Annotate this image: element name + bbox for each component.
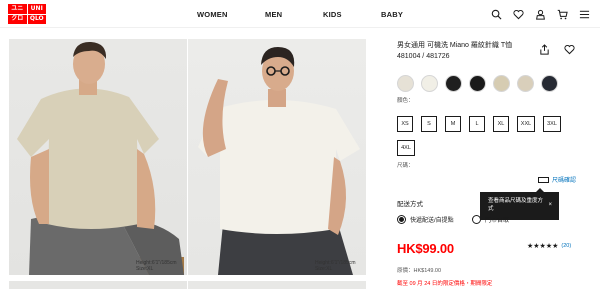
menu-icon[interactable]: [578, 8, 590, 20]
size-option-l[interactable]: L: [469, 116, 485, 132]
promo-text: 截至 09 月 24 日的限定價格・期間限定: [397, 281, 493, 287]
header-icons: [490, 0, 590, 28]
nav-women[interactable]: WOMEN: [197, 0, 228, 28]
color-swatch[interactable]: [493, 75, 510, 92]
tooltip-arrow: [536, 188, 544, 192]
size-chart-link[interactable]: 尺碼確認: [538, 175, 576, 184]
product-title: 男女通用 可機洗 Miano 羅紋針織 T恤 481004 / 481726: [397, 42, 513, 60]
top-header: ユニ UNI クロ QLO WOMEN MEN KIDS BABY: [0, 0, 600, 28]
rating[interactable]: ★★★★★ (20): [527, 242, 571, 250]
size-label: 尺碼：: [397, 163, 414, 169]
size-option-xs[interactable]: XS: [397, 116, 413, 132]
size-chart-label: 尺碼確認: [552, 178, 577, 184]
size-option-xl[interactable]: XL: [493, 116, 509, 132]
heart-icon[interactable]: [512, 8, 524, 20]
user-icon[interactable]: [534, 8, 546, 20]
size-option-3xl[interactable]: 3XL: [543, 116, 561, 132]
ruler-icon: [538, 176, 549, 183]
logo-cell: クロ: [8, 14, 27, 24]
close-icon[interactable]: ×: [548, 201, 552, 209]
model-size: Size:XL: [315, 266, 333, 272]
product-image-beige-model[interactable]: [9, 39, 187, 275]
color-swatch[interactable]: [541, 75, 558, 92]
shipping-option-store[interactable]: 門市自取: [472, 215, 509, 224]
cart-icon[interactable]: [556, 8, 568, 20]
model-caption: Height:6'1"/185cm Size:XL: [315, 260, 356, 272]
review-count[interactable]: (20): [561, 243, 571, 249]
share-icon[interactable]: [539, 42, 550, 55]
size-option-4xl[interactable]: 4XL: [397, 140, 415, 156]
color-swatch[interactable]: [517, 75, 534, 92]
size-option-xxl[interactable]: XXL: [517, 116, 535, 132]
product-image-white-model[interactable]: [188, 39, 366, 275]
tooltip-text: 查看商品尺碼及重度方式: [488, 198, 544, 212]
color-swatch[interactable]: [445, 75, 462, 92]
shipping-option-label: 門市自取: [485, 218, 510, 224]
logo-cell: QLO: [27, 14, 46, 24]
shipping-option-label: 快遞配送/自提點: [410, 218, 454, 224]
color-swatch[interactable]: [421, 75, 438, 92]
product-image-row2-left[interactable]: [9, 281, 187, 289]
logo-cell: ユニ: [8, 4, 27, 14]
search-icon[interactable]: [490, 8, 502, 20]
uniqlo-logo[interactable]: ユニ UNI クロ QLO: [8, 4, 46, 24]
radio-dot: [399, 217, 404, 222]
logo-cell: UNI: [27, 4, 46, 14]
original-price: 原價：HK$149.00: [397, 268, 442, 274]
color-label: 顏色：: [397, 98, 414, 104]
radio-selected[interactable]: [397, 215, 406, 224]
sale-price: HK$99.00: [397, 241, 454, 256]
nav-kids[interactable]: KIDS: [323, 0, 342, 28]
color-swatch[interactable]: [397, 75, 414, 92]
shipping-label: 配送方式: [397, 201, 423, 208]
star-icons: ★★★★★: [527, 243, 559, 250]
favorite-icon[interactable]: [564, 42, 575, 55]
shipping-option-delivery[interactable]: 快遞配送/自提點: [397, 215, 454, 224]
color-swatches: [397, 75, 558, 92]
model-size: Size:XL: [136, 266, 154, 272]
nav-men[interactable]: MEN: [265, 0, 282, 28]
size-options: XS S M L XL XXL 3XL: [397, 116, 561, 132]
radio-unselected[interactable]: [472, 215, 481, 224]
model-caption: Height:6'1"/185cm Size:XL: [136, 260, 177, 272]
color-swatch[interactable]: [469, 75, 486, 92]
size-options-row2: 4XL: [397, 140, 415, 156]
size-option-m[interactable]: M: [445, 116, 461, 132]
nav-baby[interactable]: BABY: [381, 0, 403, 28]
size-option-s[interactable]: S: [421, 116, 437, 132]
product-image-row2-right[interactable]: [188, 281, 366, 289]
